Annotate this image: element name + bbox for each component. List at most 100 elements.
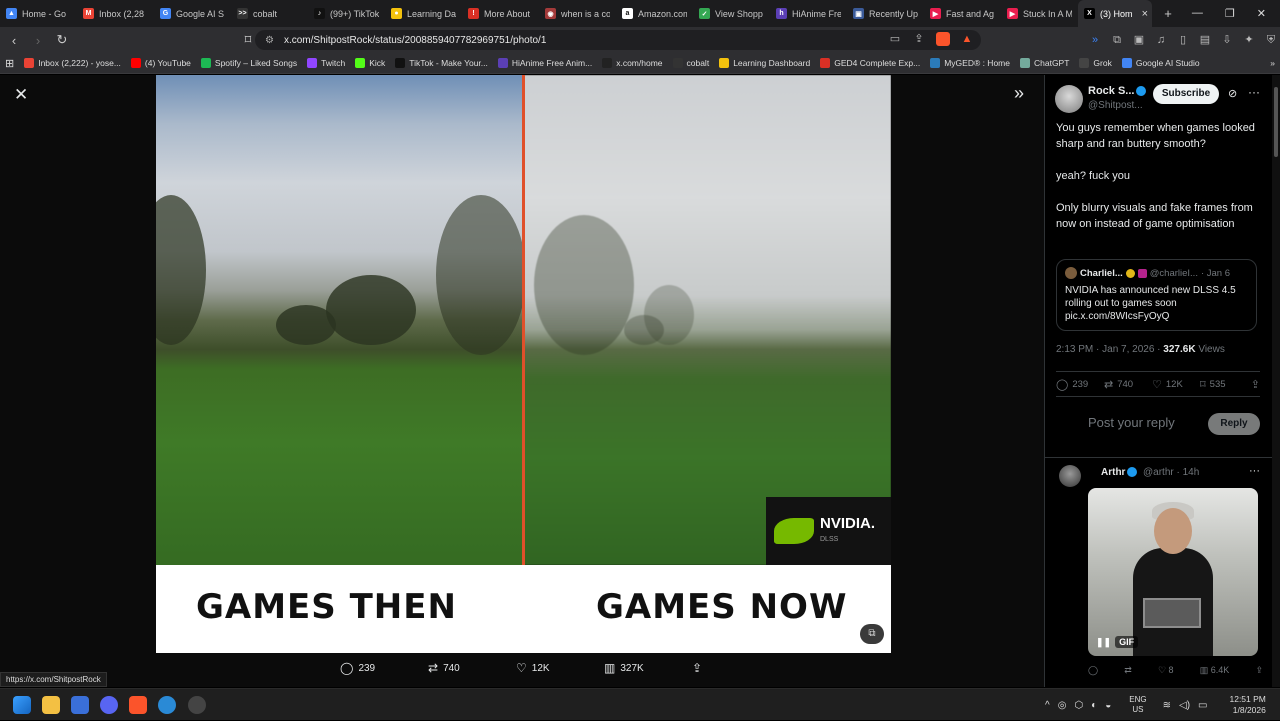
avatar[interactable] (1059, 465, 1081, 487)
tray-app-icon[interactable]: ◐ (1091, 700, 1097, 711)
pause-icon[interactable]: ❚❚ (1096, 637, 1111, 648)
bookmark-action[interactable]: ⌑ 535 (1200, 378, 1248, 391)
file-explorer-icon[interactable] (42, 696, 60, 714)
back-icon[interactable]: ‹ (4, 33, 24, 48)
close-icon[interactable]: ✕ (14, 85, 28, 105)
share-icon[interactable]: ⇪ (1255, 665, 1263, 676)
store-icon[interactable] (71, 696, 89, 714)
browser-tab[interactable]: M Inbox (2,28 (77, 0, 154, 27)
tweet-image[interactable]: NVIDIA. DLSS GAMES THEN GAMES NOW ⧉ (156, 75, 891, 653)
bookmark-item[interactable]: Grok (1074, 58, 1116, 68)
bookmark-item[interactable]: (4) YouTube (126, 58, 196, 68)
scrollbar-thumb[interactable] (1274, 87, 1278, 157)
ccleaner-icon[interactable] (158, 696, 176, 714)
tray-app-icon[interactable]: ◒ (1105, 700, 1111, 711)
bookmark-item[interactable]: x.com/home (597, 58, 667, 68)
image-description-icon[interactable]: ⧉ (860, 624, 884, 644)
new-tab-button[interactable]: + (1158, 6, 1178, 21)
like-action[interactable]: ♡ 12K (1152, 378, 1200, 391)
browser-tab[interactable]: >> cobalt (231, 0, 308, 27)
reply-handle[interactable]: @arthr · 14h (1143, 467, 1199, 478)
browser-tab[interactable]: h HiAnime Fre (770, 0, 847, 27)
collapse-panel-icon[interactable]: » (1014, 83, 1024, 104)
repost-action[interactable]: ⇄ 740 (428, 661, 516, 675)
more-options-icon[interactable]: ··· (1249, 465, 1260, 477)
tray-app-icon[interactable]: ◎ (1058, 700, 1067, 711)
tab-active[interactable]: X (3) Hom × (1078, 0, 1152, 27)
cast-icon[interactable]: ▭ (888, 32, 902, 46)
bookmark-item[interactable]: GED4 Complete Exp... (815, 58, 925, 68)
wallet-icon[interactable]: ▤ (1198, 33, 1212, 47)
volume-icon[interactable]: ◁) (1179, 700, 1190, 711)
wifi-icon[interactable]: ≋ (1163, 700, 1171, 711)
brave-icon[interactable] (129, 696, 147, 714)
reply-button[interactable]: Reply (1208, 413, 1260, 435)
bookmark-item[interactable]: Google AI Studio (1117, 58, 1205, 68)
brave-shields-icon[interactable] (936, 32, 950, 46)
browser-tab[interactable]: ▶ Stuck In A M (1001, 0, 1078, 27)
close-tab-icon[interactable]: × (1142, 8, 1148, 20)
author-name[interactable]: Rock S... (1088, 85, 1147, 97)
bookmark-item[interactable]: cobalt (668, 58, 715, 68)
media-icon[interactable]: ♫ (1154, 33, 1168, 47)
maximize-icon[interactable]: ❐ (1225, 7, 1235, 20)
bookmark-item[interactable]: HiAnime Free Anim... (493, 58, 597, 68)
reply-icon[interactable]: ◯ (1088, 665, 1098, 676)
share-icon[interactable]: ⇪ (912, 32, 926, 46)
bookmark-item[interactable]: Learning Dashboard (714, 58, 815, 68)
screenshot-icon[interactable]: ▣ (1132, 33, 1146, 47)
sidebar-icon[interactable]: ▯ (1176, 33, 1190, 47)
more-bookmarks-icon[interactable]: » (1265, 58, 1280, 68)
extension-a-icon[interactable]: » (1088, 33, 1102, 47)
url-bar[interactable]: ⚙ x.com/ShitpostRock/status/200885940778… (255, 30, 981, 50)
discord-icon[interactable] (100, 696, 118, 714)
clock[interactable]: 12:51 PM 1/8/2026 (1229, 694, 1265, 716)
battery-icon[interactable]: ▭ (1198, 700, 1207, 711)
vpn-icon[interactable]: ⛨ (1264, 33, 1278, 47)
like-action[interactable]: ♡ 12K (516, 661, 604, 675)
tray-app-icon[interactable]: ⬡ (1074, 700, 1083, 711)
views-action[interactable]: ▥ 6.4K (1200, 665, 1230, 676)
start-icon[interactable] (13, 696, 31, 714)
avatar[interactable] (1055, 85, 1083, 113)
share-action[interactable]: ⇪ (1251, 378, 1260, 391)
scrollbar[interactable] (1272, 75, 1280, 687)
bookmark-item[interactable]: Twitch (302, 58, 350, 68)
quoted-tweet[interactable]: Charliel... @charlieI... · Jan 6 NVIDIA … (1056, 259, 1257, 331)
repost-action[interactable]: ⇄ 740 (1104, 378, 1152, 391)
browser-tab[interactable]: ! More About (462, 0, 539, 27)
bookmark-item[interactable]: Spotify – Liked Songs (196, 58, 302, 68)
browser-tab[interactable]: ▣ Recently Up (847, 0, 924, 27)
browser-tab[interactable]: G Google AI S (154, 0, 231, 27)
bookmark-item[interactable]: ChatGPT (1015, 58, 1074, 68)
tray-overflow-icon[interactable]: ^ (1045, 700, 1050, 711)
site-info-icon[interactable]: ⚙ (265, 35, 274, 46)
downloads-icon[interactable]: ⇩ (1220, 33, 1234, 47)
browser-tab[interactable]: ● Learning Da (385, 0, 462, 27)
forward-icon[interactable]: › (28, 33, 48, 48)
reload-icon[interactable]: ↻ (52, 32, 72, 48)
bookmark-item[interactable]: Kick (350, 58, 390, 68)
views-action[interactable]: ▥ 327K (604, 661, 692, 675)
bookmark-item[interactable]: TikTok - Make Your... (390, 58, 493, 68)
bookmark-item[interactable]: Inbox (2,222) - yose... (19, 58, 126, 68)
reply-gif[interactable]: ❚❚ GIF (1088, 488, 1258, 656)
browser-tab[interactable]: ◉ when is a co (539, 0, 616, 27)
app-icon[interactable] (188, 696, 206, 714)
grok-icon[interactable]: ⊘ (1228, 87, 1237, 100)
bookmark-item[interactable]: MyGED® : Home (925, 58, 1015, 68)
browser-tab[interactable]: ♪ (99+) TikTok (308, 0, 385, 27)
minimize-icon[interactable]: — (1192, 7, 1203, 20)
brave-rewards-icon[interactable]: ▲ (960, 32, 974, 46)
ai-icon[interactable]: ✦ (1242, 33, 1256, 47)
close-window-icon[interactable]: ✕ (1257, 7, 1266, 20)
repost-icon[interactable]: ⇄ (1124, 665, 1132, 676)
browser-tab[interactable]: ✓ View Shopp (693, 0, 770, 27)
apps-icon[interactable]: ⊞ (0, 57, 19, 70)
browser-tab[interactable]: ▲ Home - Go (0, 0, 77, 27)
browser-tab[interactable]: a Amazon.com (616, 0, 693, 27)
browser-tab[interactable]: ▶ Fast and Ag (924, 0, 1001, 27)
reply-input[interactable]: Post your reply (1088, 415, 1175, 430)
share-action[interactable]: ⇪ (692, 661, 780, 675)
reply-action[interactable]: ◯ 239 (1056, 378, 1104, 391)
